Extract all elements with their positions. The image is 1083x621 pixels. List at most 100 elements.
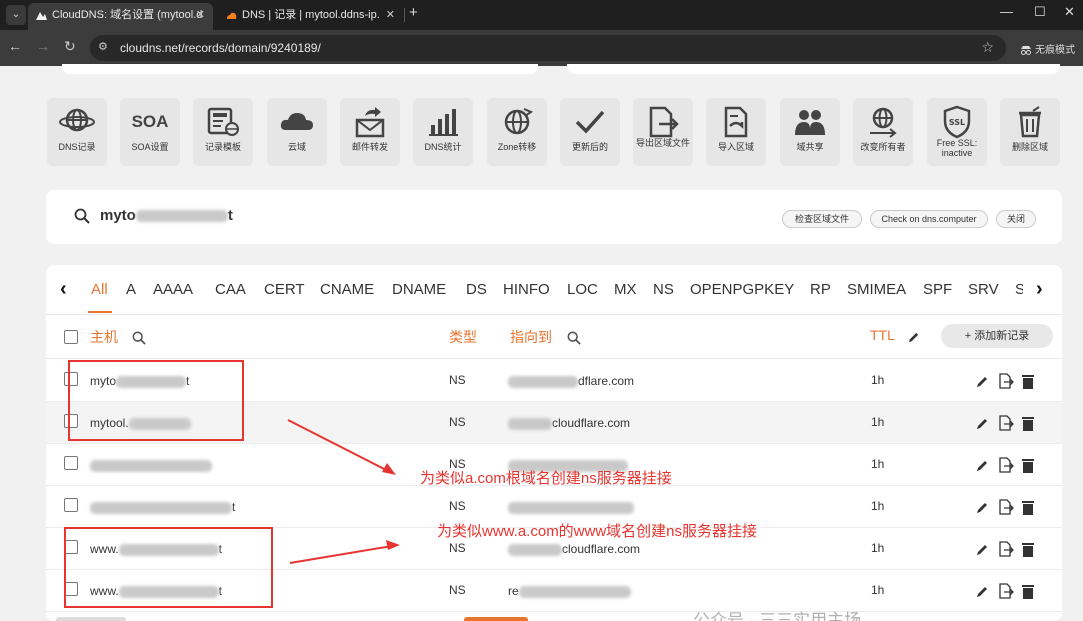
minimize-icon[interactable]: — xyxy=(1000,4,1013,19)
tab-type-cert[interactable]: CERT xyxy=(264,281,305,298)
edit-icon[interactable] xyxy=(975,543,991,559)
trash-icon[interactable] xyxy=(1021,500,1037,516)
tool-record-template[interactable]: 记录模板 xyxy=(193,98,253,166)
incognito-indicator[interactable]: 无痕模式 xyxy=(1020,41,1075,56)
site-settings-icon[interactable]: ⚙ xyxy=(98,40,108,53)
window-close-icon[interactable]: ✕ xyxy=(1064,4,1075,20)
row-host[interactable] xyxy=(90,458,212,472)
tab-type-a[interactable]: A xyxy=(126,281,136,298)
tab-type-truncated[interactable]: S xyxy=(1015,281,1023,298)
redacted-text xyxy=(135,210,228,223)
edit-icon[interactable] xyxy=(975,417,991,433)
tool-label: Free SSL: inactive xyxy=(936,138,978,158)
tab-search-button[interactable]: ⌄ xyxy=(6,5,26,25)
cloudns-favicon-icon xyxy=(36,12,47,20)
edit-icon[interactable] xyxy=(975,459,991,475)
trash-icon[interactable] xyxy=(1021,542,1037,558)
edit-icon[interactable] xyxy=(907,331,920,344)
tab-type-openpgpkey[interactable]: OPENPGPKEY xyxy=(690,281,794,298)
edit-icon[interactable] xyxy=(975,585,991,601)
tab-type-loc[interactable]: LOC xyxy=(567,281,598,298)
chevron-right-icon[interactable]: › xyxy=(1036,278,1043,301)
tab-type-ns[interactable]: NS xyxy=(653,281,674,298)
search-icon[interactable] xyxy=(74,208,90,224)
redacted-text xyxy=(508,417,552,430)
tab-type-cname[interactable]: CNAME xyxy=(320,281,374,298)
tool-label: SOA设置 xyxy=(131,142,169,152)
tab-type-all[interactable]: All xyxy=(91,281,108,298)
search-icon[interactable] xyxy=(132,331,146,345)
tab-type-spf[interactable]: SPF xyxy=(923,281,952,298)
tool-dns-stats[interactable]: DNS统计 xyxy=(413,98,473,166)
check-dns-computer-button[interactable]: Check on dns.computer xyxy=(870,210,988,228)
tab-type-caa[interactable]: CAA xyxy=(215,281,246,298)
export-row-icon[interactable] xyxy=(998,541,1014,557)
bar-chart-icon xyxy=(413,104,473,140)
tab-close-icon[interactable]: ✕ xyxy=(196,3,205,28)
mail-forward-icon xyxy=(340,104,400,140)
tool-label: DNS记录 xyxy=(58,142,96,152)
reload-icon[interactable]: ↻ xyxy=(64,38,76,55)
row-target: cloudflare.com xyxy=(508,542,640,556)
tool-label: 改变所有者 xyxy=(860,142,906,152)
tool-updated[interactable]: 更新后的 xyxy=(560,98,620,166)
tab-close-icon[interactable]: ✕ xyxy=(386,3,395,28)
tool-dns-records[interactable]: DNS记录 xyxy=(47,98,107,166)
back-icon[interactable]: ← xyxy=(8,38,22,54)
tool-zone-transfer[interactable]: Zone转移 xyxy=(487,98,547,166)
tool-change-owner[interactable]: 改变所有者 xyxy=(853,98,913,166)
row-ttl: 1h xyxy=(871,373,885,387)
tab-type-smimea[interactable]: SMIMEA xyxy=(847,281,906,298)
tab-type-hinfo[interactable]: HINFO xyxy=(503,281,550,298)
check-zone-file-button[interactable]: 检查区域文件 xyxy=(782,210,862,228)
export-row-icon[interactable] xyxy=(998,457,1014,473)
tab-type-ds[interactable]: DS xyxy=(466,281,487,298)
tool-free-ssl[interactable]: SSL Free SSL: inactive xyxy=(927,98,987,166)
card-fragment xyxy=(567,64,1060,74)
tab-type-rp[interactable]: RP xyxy=(810,281,831,298)
row-host[interactable]: t xyxy=(90,500,235,514)
tab-cloudns[interactable]: CloudDNS: 域名设置 (mytool.d ✕ xyxy=(28,3,213,30)
incognito-icon xyxy=(1021,46,1031,55)
row-checkbox[interactable] xyxy=(64,456,78,470)
tab-type-dname[interactable]: DNAME xyxy=(392,281,446,298)
add-record-button[interactable]: + 添加新记录 xyxy=(941,324,1053,348)
close-button[interactable]: 关闭 xyxy=(996,210,1036,228)
tab-type-mx[interactable]: MX xyxy=(614,281,637,298)
new-tab-button[interactable]: + xyxy=(409,4,418,21)
select-all-checkbox[interactable] xyxy=(64,330,78,344)
tab-type-srv[interactable]: SRV xyxy=(968,281,999,298)
tool-label: 更新后的 xyxy=(571,142,608,152)
edit-icon[interactable] xyxy=(975,375,991,391)
header-ttl: TTL xyxy=(870,327,895,343)
tool-import-zone[interactable]: 导入区域 xyxy=(706,98,766,166)
tool-export-zone[interactable]: 导出区域文件 xyxy=(633,98,693,166)
annotation-box-root xyxy=(68,360,244,441)
tool-label: 云域 xyxy=(287,142,306,152)
trash-icon[interactable] xyxy=(1021,458,1037,474)
tool-delete-zone[interactable]: 删除区域 xyxy=(1000,98,1060,166)
tool-mail-forward[interactable]: 邮件转发 xyxy=(340,98,400,166)
tool-soa[interactable]: SOA SOA设置 xyxy=(120,98,180,166)
edit-icon[interactable] xyxy=(975,501,991,517)
row-checkbox[interactable] xyxy=(64,498,78,512)
export-row-icon[interactable] xyxy=(998,415,1014,431)
table-header: 主机 类型 指向到 TTL + 添加新记录 xyxy=(46,316,1062,359)
tab-type-aaaa[interactable]: AAAA xyxy=(153,281,193,298)
bookmark-star-icon[interactable]: ☆ xyxy=(981,39,994,56)
trash-icon[interactable] xyxy=(1021,584,1037,600)
trash-icon[interactable] xyxy=(1021,416,1037,432)
tool-domain-share[interactable]: 域共享 xyxy=(780,98,840,166)
tab-separator xyxy=(404,8,405,22)
export-row-icon[interactable] xyxy=(998,373,1014,389)
trash-icon[interactable] xyxy=(1021,374,1037,390)
maximize-icon[interactable]: ☐ xyxy=(1034,4,1046,20)
url-field[interactable]: ⚙ cloudns.net/records/domain/9240189/ ☆ xyxy=(90,35,1006,61)
export-row-icon[interactable] xyxy=(998,583,1014,599)
tab-cloudflare[interactable]: DNS | 记录 | mytool.ddns-ip. ✕ xyxy=(218,3,403,30)
tool-cloud-domain[interactable]: 云域 xyxy=(267,98,327,166)
export-row-icon[interactable] xyxy=(998,499,1014,515)
forward-icon[interactable]: → xyxy=(36,38,50,54)
search-icon[interactable] xyxy=(567,331,581,345)
chevron-left-icon[interactable]: ‹ xyxy=(60,278,67,301)
